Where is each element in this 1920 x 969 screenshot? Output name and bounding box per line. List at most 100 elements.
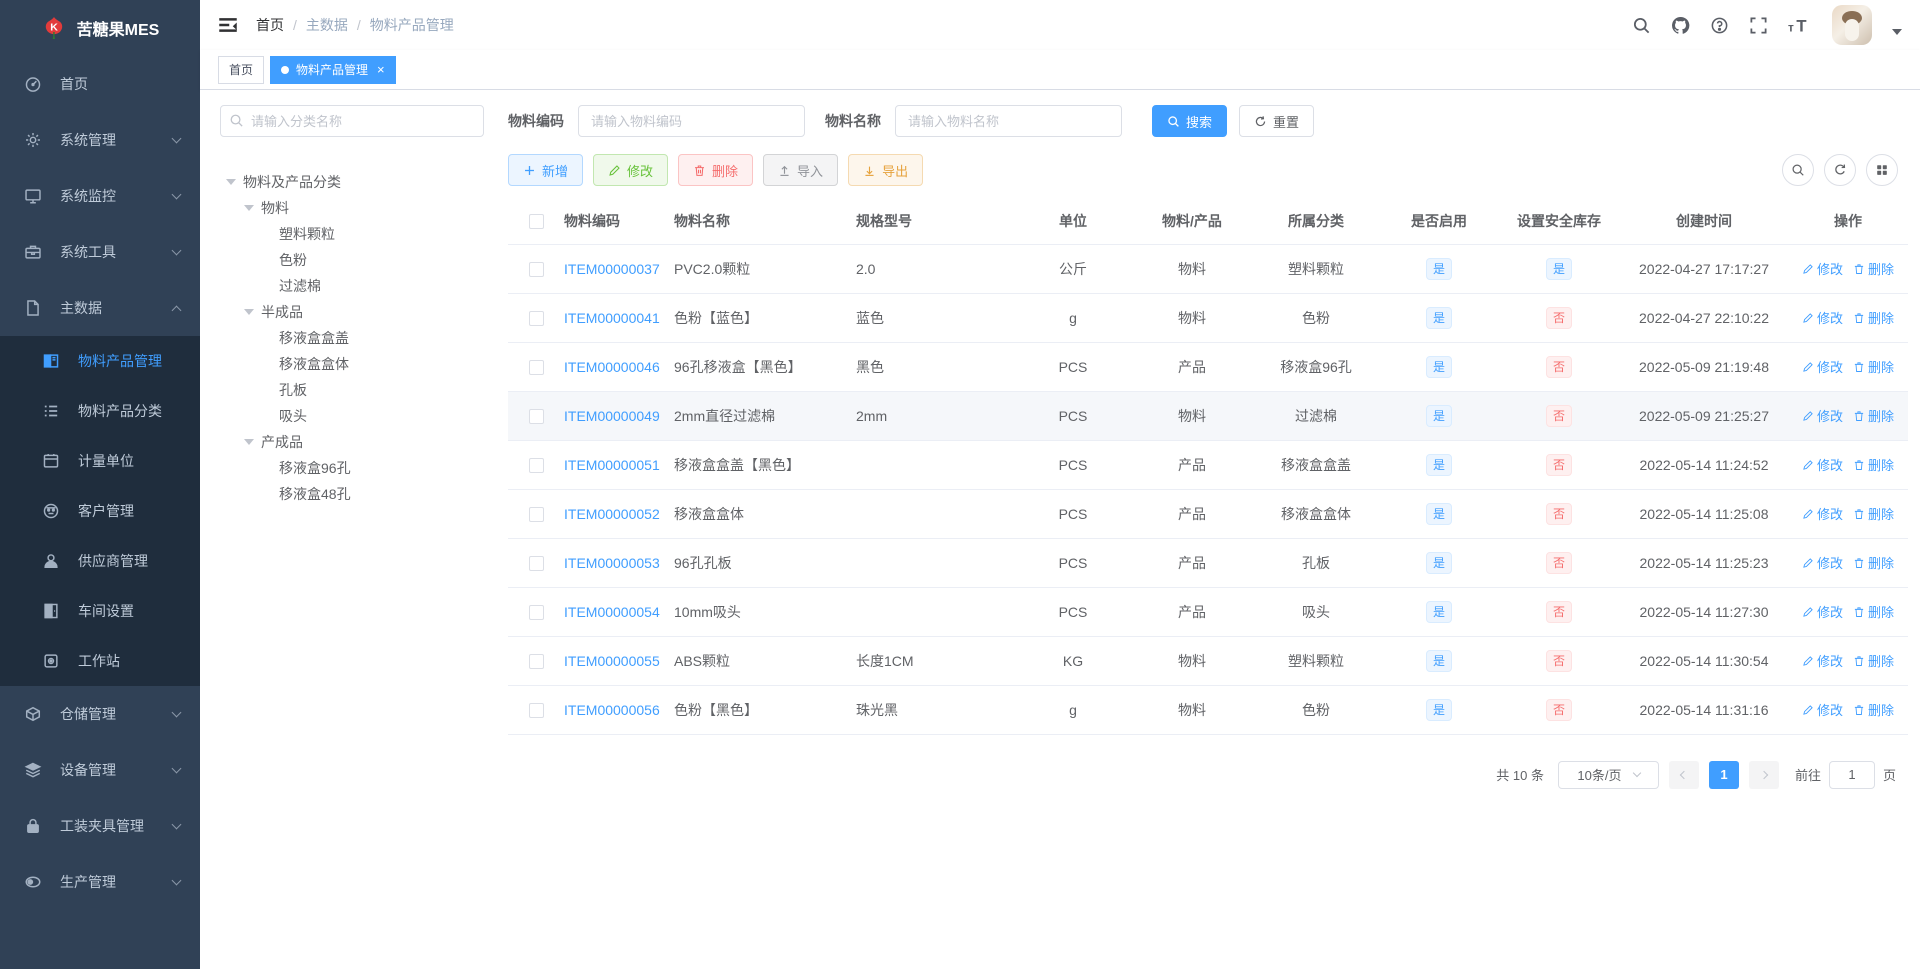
import-button[interactable]: 导入 <box>763 154 839 186</box>
material-code-link[interactable]: ITEM00000037 <box>564 261 660 277</box>
row-checkbox[interactable] <box>528 702 544 718</box>
github-icon[interactable] <box>1671 16 1690 35</box>
row-checkbox[interactable] <box>528 310 544 326</box>
sidebar-subitem[interactable]: 客户管理 <box>0 486 200 536</box>
tree-expand-icon[interactable] <box>244 309 254 315</box>
sidebar-subitem[interactable]: 车间设置 <box>0 586 200 636</box>
column-header[interactable]: 所属分类 <box>1252 198 1380 245</box>
sidebar-item[interactable]: 生产管理 <box>0 854 200 910</box>
sidebar-item[interactable]: 工装夹具管理 <box>0 798 200 854</box>
page-1-button[interactable]: 1 <box>1708 760 1739 789</box>
tree-node[interactable]: 移液盒48孔 <box>220 481 484 507</box>
tree-expand-icon[interactable] <box>244 439 254 445</box>
question-icon[interactable] <box>1710 16 1729 35</box>
tree-node[interactable]: 色粉 <box>220 247 484 273</box>
row-edit-link[interactable]: 修改 <box>1802 406 1843 425</box>
row-edit-link[interactable]: 修改 <box>1802 308 1843 327</box>
material-code-link[interactable]: ITEM00000054 <box>564 604 660 620</box>
row-delete-link[interactable]: 删除 <box>1853 308 1894 327</box>
row-edit-link[interactable]: 修改 <box>1802 259 1843 278</box>
sidebar-subitem[interactable]: 供应商管理 <box>0 536 200 586</box>
material-code-link[interactable]: ITEM00000053 <box>564 555 660 571</box>
row-delete-link[interactable]: 删除 <box>1853 602 1894 621</box>
row-delete-link[interactable]: 删除 <box>1853 651 1894 670</box>
hamburger-icon[interactable] <box>218 15 238 35</box>
row-delete-link[interactable]: 删除 <box>1853 455 1894 474</box>
row-edit-link[interactable]: 修改 <box>1802 553 1843 572</box>
tree-node[interactable]: 塑料颗粒 <box>220 221 484 247</box>
sidebar-subitem[interactable]: 工作站 <box>0 636 200 686</box>
column-header[interactable]: 物料编码 <box>564 198 674 245</box>
material-code-link[interactable]: ITEM00000041 <box>564 310 660 326</box>
breadcrumb-item[interactable]: 主数据 <box>306 15 348 35</box>
sidebar-item[interactable]: 系统工具 <box>0 224 200 280</box>
material-code-link[interactable]: ITEM00000046 <box>564 359 660 375</box>
column-header[interactable]: 规格型号 <box>856 198 1014 245</box>
add-button[interactable]: 新增 <box>508 154 584 186</box>
reset-button[interactable]: 重置 <box>1239 105 1315 137</box>
tree-search-input[interactable] <box>220 105 484 137</box>
sidebar-item[interactable]: 系统管理 <box>0 112 200 168</box>
sidebar-subitem[interactable]: 计量单位 <box>0 436 200 486</box>
page-size-select[interactable]: 10条/页 <box>1557 760 1659 789</box>
material-code-link[interactable]: ITEM00000049 <box>564 408 660 424</box>
prev-page-button[interactable] <box>1668 760 1699 789</box>
row-checkbox[interactable] <box>528 359 544 375</box>
next-page-button[interactable] <box>1748 760 1779 789</box>
delete-button[interactable]: 删除 <box>678 154 754 186</box>
tree-node[interactable]: 移液盒盒体 <box>220 351 484 377</box>
tree-node[interactable]: 移液盒盒盖 <box>220 325 484 351</box>
row-edit-link[interactable]: 修改 <box>1802 504 1843 523</box>
row-edit-link[interactable]: 修改 <box>1802 357 1843 376</box>
tree-node[interactable]: 半成品 <box>220 299 484 325</box>
fullscreen-icon[interactable] <box>1749 16 1768 35</box>
row-delete-link[interactable]: 删除 <box>1853 504 1894 523</box>
row-delete-link[interactable]: 删除 <box>1853 553 1894 572</box>
edit-button[interactable]: 修改 <box>593 154 669 186</box>
column-settings-button[interactable] <box>1866 154 1898 186</box>
material-code-link[interactable]: ITEM00000052 <box>564 506 660 522</box>
tree-node[interactable]: 移液盒96孔 <box>220 455 484 481</box>
column-header[interactable]: 操作 <box>1788 198 1908 245</box>
column-header[interactable]: 创建时间 <box>1620 198 1788 245</box>
text-size-icon[interactable]: тT <box>1788 16 1812 35</box>
row-edit-link[interactable]: 修改 <box>1802 455 1843 474</box>
material-code-link[interactable]: ITEM00000051 <box>564 457 660 473</box>
tree-node[interactable]: 物料及产品分类 <box>220 169 484 195</box>
tab[interactable]: 物料产品管理 × <box>270 55 396 84</box>
tree-node[interactable]: 产成品 <box>220 429 484 455</box>
column-header[interactable]: 设置安全库存 <box>1498 198 1620 245</box>
row-delete-link[interactable]: 删除 <box>1853 259 1894 278</box>
logo[interactable]: K 苦糖果MES <box>0 0 200 56</box>
sidebar-item[interactable]: 首页 <box>0 56 200 112</box>
sidebar-subitem[interactable]: 物料产品管理 <box>0 336 200 386</box>
material-code-link[interactable]: ITEM00000055 <box>564 653 660 669</box>
goto-page-input[interactable] <box>1828 760 1875 789</box>
column-header[interactable]: 物料名称 <box>674 198 856 245</box>
tree-expand-icon[interactable] <box>226 179 236 185</box>
row-checkbox[interactable] <box>528 408 544 424</box>
row-edit-link[interactable]: 修改 <box>1802 602 1843 621</box>
row-delete-link[interactable]: 删除 <box>1853 357 1894 376</box>
toggle-search-button[interactable] <box>1782 154 1814 186</box>
tab[interactable]: 首页 <box>218 55 265 84</box>
row-edit-link[interactable]: 修改 <box>1802 651 1843 670</box>
search-icon[interactable] <box>1632 16 1651 35</box>
tree-node[interactable]: 过滤棉 <box>220 273 484 299</box>
row-checkbox[interactable] <box>528 555 544 571</box>
refresh-button[interactable] <box>1824 154 1856 186</box>
breadcrumb-item[interactable]: 首页 <box>256 15 284 35</box>
sidebar-item[interactable]: 设备管理 <box>0 742 200 798</box>
sidebar-item[interactable]: 主数据 <box>0 280 200 336</box>
row-delete-link[interactable]: 删除 <box>1853 406 1894 425</box>
row-edit-link[interactable]: 修改 <box>1802 700 1843 719</box>
tree-expand-icon[interactable] <box>244 205 254 211</box>
column-header[interactable]: 单位 <box>1014 198 1132 245</box>
material-code-link[interactable]: ITEM00000056 <box>564 702 660 718</box>
close-icon[interactable]: × <box>377 62 385 77</box>
row-checkbox[interactable] <box>528 604 544 620</box>
tree-node[interactable]: 吸头 <box>220 403 484 429</box>
row-checkbox[interactable] <box>528 261 544 277</box>
sidebar-item[interactable]: 仓储管理 <box>0 686 200 742</box>
sidebar-subitem[interactable]: 物料产品分类 <box>0 386 200 436</box>
